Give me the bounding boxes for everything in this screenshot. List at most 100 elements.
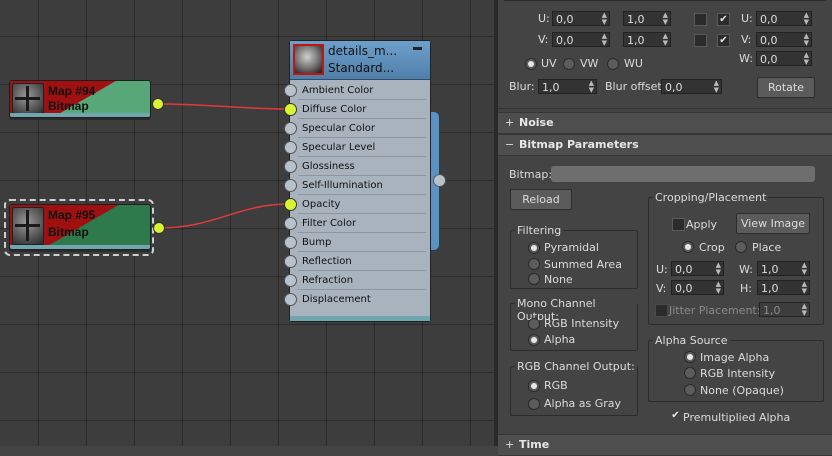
wire-map94-diffuse [157,103,290,110]
alpha-rgb-intensity-label: RGB Intensity [700,367,776,380]
collapse-icon: − [505,138,515,151]
socket-specular-level[interactable] [284,141,297,154]
slot-ambient-color[interactable]: Ambient Color [298,82,426,100]
premultiplied-checkbox[interactable]: ✔ [670,410,681,421]
material-node[interactable]: details_m... Standard... Ambient Color D… [289,40,431,322]
v-offset-field[interactable]: 0,0 ▲ ▼ [552,32,610,47]
v-tiling-field[interactable]: 1,0 ▲ ▼ [623,32,671,47]
socket-reflection[interactable] [284,255,297,268]
none-opaque-radio[interactable] [684,384,696,396]
slot-bump[interactable]: Bump [298,234,426,252]
bitmap-params-rollout-title: Bitmap Parameters [519,138,639,151]
pyramidal-radio[interactable] [528,242,540,254]
mono-alpha-label: Alpha [544,333,576,346]
crop-radio[interactable] [682,241,694,253]
noise-rollout-title: Noise [519,116,554,129]
crop-u-field[interactable]: 0,0 ▲ ▼ [671,261,724,276]
slot-reflection[interactable]: Reflection [298,253,426,271]
alpha-as-gray-radio[interactable] [528,398,540,410]
reload-button[interactable]: Reload [510,189,572,210]
expand-icon: + [505,116,515,129]
mono-alpha-radio[interactable] [528,334,540,346]
blur-offset-field[interactable]: 0,0 ▲ ▼ [661,79,722,94]
mono-rgb-intensity-radio[interactable] [528,318,540,330]
apply-checkbox[interactable] [672,218,685,231]
summed-area-radio[interactable] [528,258,540,270]
v-angle-field[interactable]: 0,0 ▲ ▼ [756,32,812,47]
uv-radio[interactable] [525,58,537,70]
crop-h-field[interactable]: 1,0 ▲ ▼ [757,280,810,295]
alpha-as-gray-label: Alpha as Gray [544,397,622,410]
socket-glossiness[interactable] [284,160,297,173]
collapse-icon[interactable] [413,47,422,50]
socket-specular-color[interactable] [284,122,297,135]
u-angle-field[interactable]: 0,0 ▲ ▼ [756,11,812,26]
filter-none-radio[interactable] [528,273,540,285]
slot-refraction[interactable]: Refraction [298,272,426,290]
slot-self-illumination[interactable]: Self-Illumination [298,177,426,195]
wu-radio[interactable] [607,58,619,70]
pyramidal-label: Pyramidal [544,241,599,254]
u-offset-field[interactable]: 0,0 ▲ ▼ [552,11,610,26]
material-node-header[interactable]: details_m... Standard... [290,41,430,80]
blur-field[interactable]: 1,0 ▲ ▼ [538,79,597,94]
filter-none-label: None [544,273,573,286]
map95-output-socket[interactable] [153,222,165,234]
vw-label: VW [580,57,599,70]
apply-label: Apply [686,218,718,231]
slot-specular-level[interactable]: Specular Level [298,139,426,157]
bitmap-path-button[interactable] [551,166,815,182]
image-alpha-radio[interactable] [684,351,696,363]
map95-type: Bitmap [48,225,89,239]
place-label: Place [752,241,782,254]
slot-glossiness[interactable]: Glossiness [298,158,426,176]
map95-node[interactable]: Map #95 Bitmap [9,204,151,250]
crop-w-field[interactable]: 1,0 ▲ ▼ [757,261,810,276]
map94-output-socket[interactable] [152,98,164,110]
crop-v-label: V: [656,282,667,295]
u-mirror-checkbox[interactable] [694,13,707,26]
slot-opacity[interactable]: Opacity [298,196,426,214]
slot-diffuse-color[interactable]: Diffuse Color [298,101,426,119]
u-offset-label: U: [538,12,550,25]
filtering-title: Filtering [515,224,564,237]
expand-icon: + [505,438,515,451]
noise-rollout-header[interactable]: + Noise [498,112,832,134]
view-image-button[interactable]: View Image [736,213,810,234]
time-rollout-header[interactable]: + Time [498,434,832,456]
u-tile-checkbox[interactable]: ✔ [717,13,730,26]
w-angle-label: W: [739,52,753,65]
socket-displacement[interactable] [284,293,297,306]
socket-ambient-color[interactable] [284,84,297,97]
socket-opacity[interactable] [284,198,297,211]
none-opaque-label: None (Opaque) [700,384,784,397]
w-angle-field[interactable]: 0,0 ▲ ▼ [756,51,812,66]
slot-displacement[interactable]: Displacement [298,291,426,308]
socket-self-illumination[interactable] [284,179,297,192]
place-radio[interactable] [735,241,747,253]
time-rollout-title: Time [519,438,550,451]
v-mirror-checkbox[interactable] [694,34,707,47]
socket-filter-color[interactable] [284,217,297,230]
v-tile-checkbox[interactable]: ✔ [717,34,730,47]
slot-filter-color[interactable]: Filter Color [298,215,426,233]
map94-node[interactable]: Map #94 Bitmap [9,80,151,118]
alpha-rgb-intensity-radio[interactable] [684,367,696,379]
material-output-socket[interactable] [433,174,446,187]
slot-specular-color[interactable]: Specular Color [298,120,426,138]
v-offset-label: V: [538,33,549,46]
socket-refraction[interactable] [284,274,297,287]
material-name: details_m... [328,44,398,58]
bitmap-params-rollout-header[interactable]: − Bitmap Parameters [498,134,832,156]
crop-v-field[interactable]: 0,0 ▲ ▼ [671,280,724,295]
jitter-field[interactable]: 1,0 ▲ ▼ [759,302,810,317]
vw-radio[interactable] [563,58,575,70]
image-alpha-label: Image Alpha [700,351,770,364]
rgb-radio[interactable] [528,380,540,392]
u-angle-label: U: [741,12,753,25]
socket-diffuse-color[interactable] [284,103,297,116]
jitter-checkbox[interactable] [655,304,668,317]
socket-bump[interactable] [284,236,297,249]
rotate-button[interactable]: Rotate [757,77,815,98]
u-tiling-field[interactable]: 1,0 ▲ ▼ [623,11,671,26]
